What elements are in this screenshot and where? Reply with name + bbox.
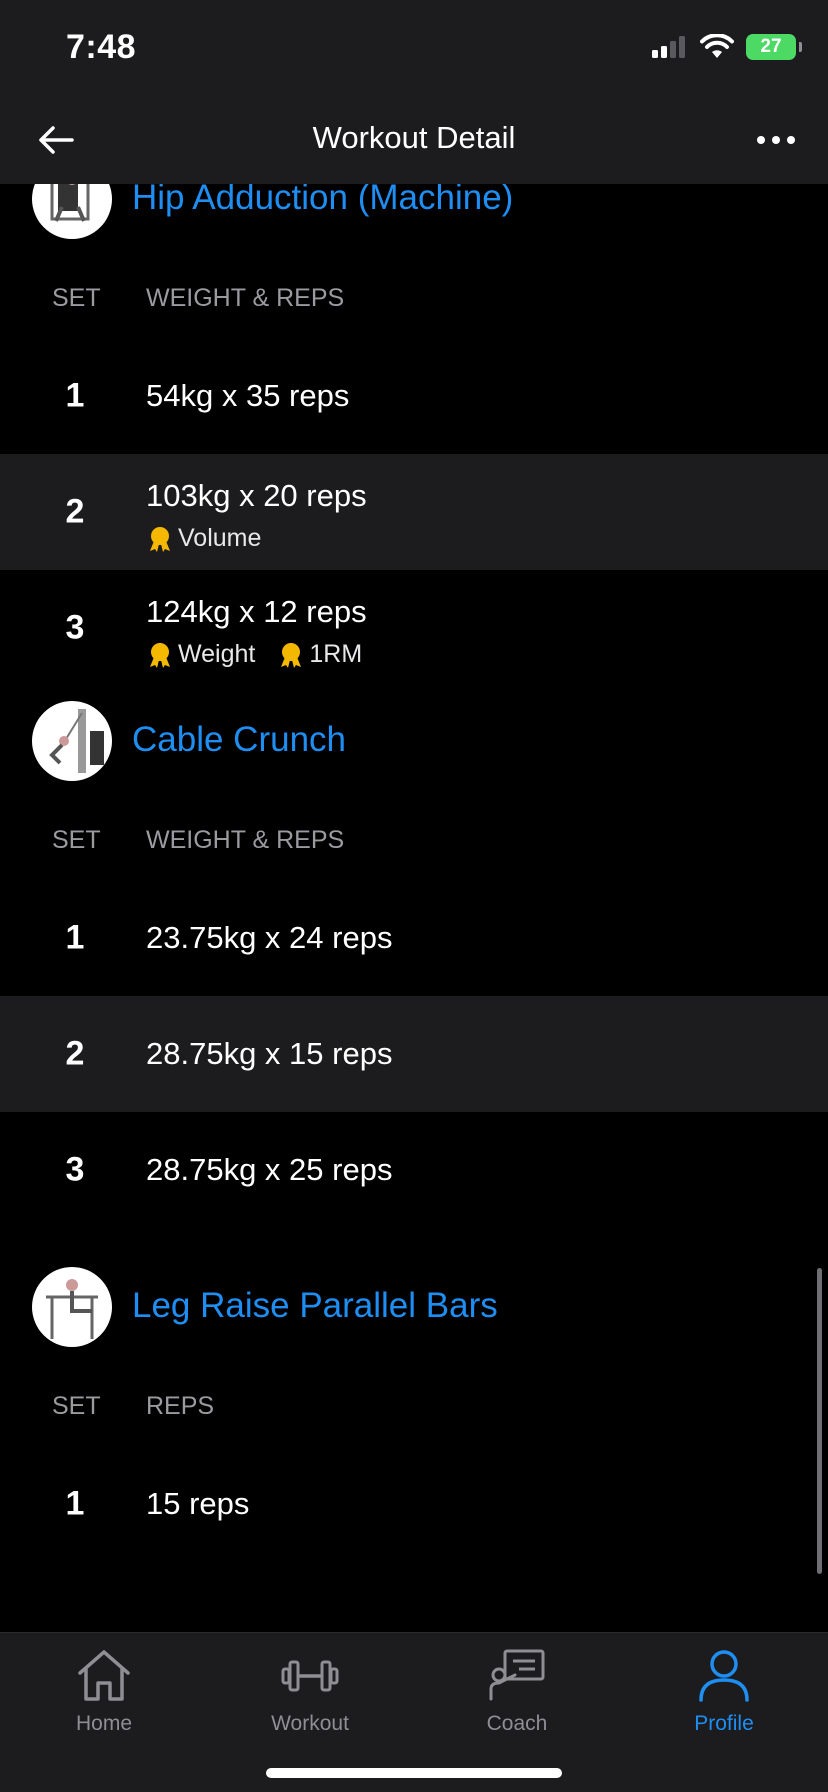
tab-home[interactable]: Home <box>34 1647 174 1736</box>
set-number: 3 <box>65 1150 85 1189</box>
medal-icon <box>281 642 302 668</box>
set-value: 124kg x 12 reps <box>146 594 367 629</box>
tab-profile[interactable]: Profile <box>654 1647 794 1736</box>
set-number: 1 <box>65 1484 85 1523</box>
value-column-label: REPS <box>146 1392 215 1420</box>
set-row: 1 23.75kg x 24 reps <box>0 880 828 996</box>
set-row: 2 103kg x 20 reps Volume <box>0 454 828 570</box>
profile-icon <box>699 1650 749 1702</box>
set-value: 28.75kg x 15 reps <box>146 1036 393 1071</box>
set-row: 3 28.75kg x 25 reps <box>0 1112 828 1228</box>
tab-coach[interactable]: Coach <box>447 1647 587 1736</box>
pr-badge: 1RM <box>277 640 362 669</box>
tab-workout[interactable]: Workout <box>240 1647 380 1736</box>
exercise-name-link[interactable]: Leg Raise Parallel Bars <box>132 1286 498 1326</box>
coach-icon <box>489 1649 545 1701</box>
exercise-thumbnail <box>32 1267 112 1347</box>
pr-badge: Volume <box>146 524 261 553</box>
set-number: 1 <box>65 376 85 415</box>
pr-label: Weight <box>178 640 256 668</box>
page-title: Workout Detail <box>312 120 516 155</box>
exercise-list: Hip Adduction (Machine) SET WEIGHT & REP… <box>0 184 828 1562</box>
column-header: SET WEIGHT & REPS <box>0 796 828 880</box>
workout-detail-content[interactable]: Hip Adduction (Machine) SET WEIGHT & REP… <box>0 184 828 1632</box>
more-horizontal-icon <box>757 136 795 144</box>
status-icons: 27 <box>652 34 802 60</box>
set-column-label: SET <box>52 284 101 312</box>
set-value: 28.75kg x 25 reps <box>146 1152 393 1187</box>
exercise-header[interactable]: Hip Adduction (Machine) <box>0 184 828 254</box>
wifi-icon <box>700 34 734 58</box>
set-value: 54kg x 35 reps <box>146 378 350 413</box>
column-header: SET REPS <box>0 1362 828 1446</box>
scrollbar[interactable] <box>817 1268 822 1574</box>
hip-adduction-machine-icon <box>50 184 90 222</box>
pr-badge: Weight <box>146 640 255 669</box>
leg-raise-parallel-bars-icon <box>46 1279 98 1339</box>
set-number: 3 <box>65 608 85 647</box>
cable-crunch-icon <box>49 709 104 773</box>
set-column-label: SET <box>52 1392 101 1420</box>
exercise-name-link[interactable]: Cable Crunch <box>132 720 346 760</box>
set-value: 15 reps <box>146 1486 250 1521</box>
pr-label: Volume <box>178 524 262 552</box>
value-column-label: WEIGHT & REPS <box>146 284 345 312</box>
set-row: 1 15 reps <box>0 1446 828 1562</box>
tab-label: Coach <box>486 1712 548 1735</box>
home-indicator[interactable] <box>266 1768 562 1778</box>
battery-level: 27 <box>760 36 782 57</box>
column-header: SET WEIGHT & REPS <box>0 254 828 338</box>
tab-label: Home <box>75 1712 133 1735</box>
exercise-thumbnail <box>32 701 112 781</box>
set-value: 103kg x 20 reps <box>146 478 367 513</box>
dumbbell-icon <box>281 1660 339 1692</box>
medal-icon <box>150 526 170 552</box>
set-number: 1 <box>65 918 85 957</box>
set-value: 23.75kg x 24 reps <box>146 920 393 955</box>
exercise-thumbnail <box>32 184 112 239</box>
exercise-name-link[interactable]: Hip Adduction (Machine) <box>132 184 513 218</box>
nav-bar: Workout Detail <box>0 96 828 184</box>
home-icon <box>78 1650 130 1701</box>
signal-icon <box>652 36 685 58</box>
set-row: 1 54kg x 35 reps <box>0 338 828 454</box>
set-column-label: SET <box>52 826 101 854</box>
set-row: 3 124kg x 12 reps Weight 1RM <box>0 570 828 686</box>
exercise-header[interactable]: Leg Raise Parallel Bars <box>0 1252 828 1362</box>
tab-label: Profile <box>694 1712 754 1735</box>
personal-records: Volume <box>146 524 261 553</box>
status-bar: 7:48 27 <box>0 0 828 96</box>
status-time: 7:48 <box>66 28 137 66</box>
tab-label: Workout <box>271 1712 349 1735</box>
more-options-button[interactable] <box>748 116 804 164</box>
value-column-label: WEIGHT & REPS <box>146 826 345 854</box>
set-number: 2 <box>65 492 85 531</box>
medal-icon <box>150 642 170 668</box>
set-row: 2 28.75kg x 15 reps <box>0 996 828 1112</box>
personal-records: Weight 1RM <box>146 640 362 669</box>
exercise-header[interactable]: Cable Crunch <box>0 686 828 796</box>
battery-indicator: 27 <box>746 34 802 60</box>
pr-label: 1RM <box>309 640 363 668</box>
set-number: 2 <box>65 1034 85 1073</box>
